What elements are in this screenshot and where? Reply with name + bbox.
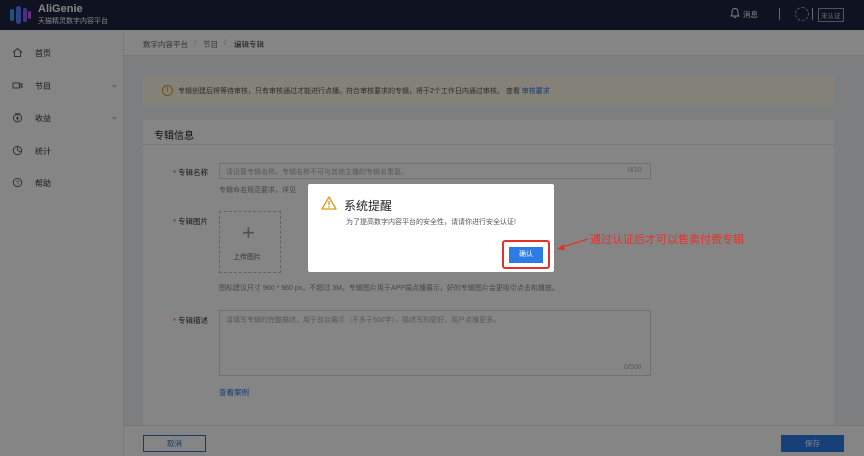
dialog-message: 为了提高数字内容平台的安全性，请请你进行安全认证!: [346, 219, 516, 226]
warning-icon: [321, 196, 337, 210]
annotation-highlight-box: [502, 240, 550, 269]
annotation-text: 通过认证后才可以售卖付费专辑: [590, 234, 744, 246]
dialog-title: 系统提醒: [344, 199, 393, 213]
annotation-arrow-icon: [557, 238, 589, 251]
